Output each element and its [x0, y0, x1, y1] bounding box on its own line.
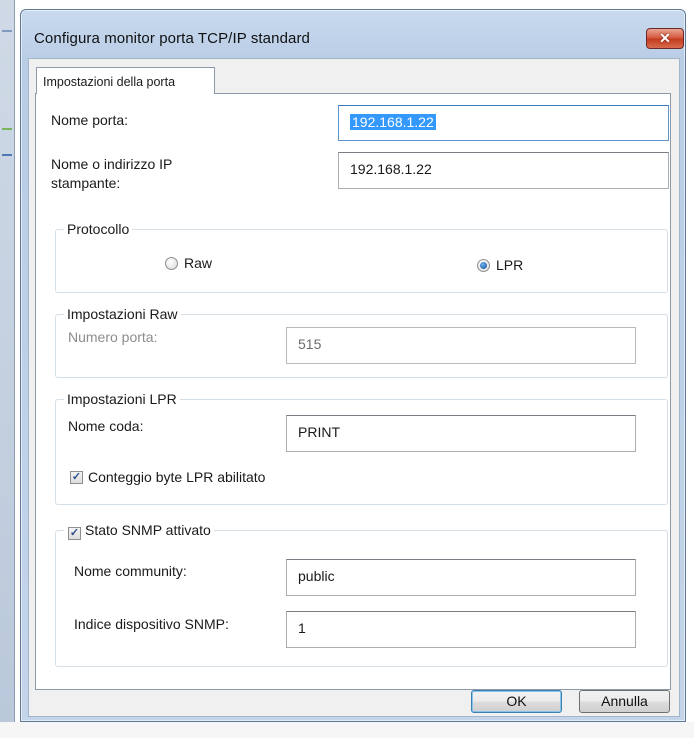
raw-radio-label[interactable]: Raw: [184, 254, 212, 272]
lpr-radio-label[interactable]: LPR: [496, 256, 523, 274]
raw-settings-legend: Impostazioni Raw: [64, 305, 181, 323]
queue-name-value: PRINT: [298, 424, 340, 440]
lpr-settings-group: Impostazioni LPR Nome coda: PRINT ✓ Cont…: [55, 390, 668, 505]
queue-name-input[interactable]: PRINT: [286, 415, 636, 452]
close-button[interactable]: ✕: [646, 28, 684, 49]
printer-ip-input[interactable]: 192.168.1.22: [338, 152, 669, 189]
printer-ip-value: 192.168.1.22: [350, 161, 432, 177]
background-window-detail: [2, 30, 12, 32]
snmp-community-input[interactable]: public: [286, 559, 636, 596]
port-number-input: 515: [286, 327, 636, 364]
background-desktop-strip: [0, 722, 694, 738]
snmp-device-index-label: Indice dispositivo SNMP:: [74, 616, 229, 632]
snmp-device-index-value: 1: [298, 620, 306, 636]
snmp-enabled-label[interactable]: Stato SNMP attivato: [85, 522, 211, 538]
background-window-edge: [0, 0, 15, 738]
lpr-settings-legend: Impostazioni LPR: [64, 390, 180, 408]
checkmark-icon: ✓: [71, 471, 82, 483]
protocol-legend: Protocollo: [64, 220, 133, 238]
background-window-detail: [2, 128, 12, 130]
dialog-title: Configura monitor porta TCP/IP standard: [34, 30, 310, 47]
raw-radio[interactable]: [165, 257, 178, 270]
queue-name-label: Nome coda:: [68, 418, 144, 434]
checkmark-icon: ✓: [69, 527, 80, 539]
background-window-detail: [2, 154, 12, 156]
port-number-label: Numero porta:: [68, 329, 158, 345]
tab-port-settings[interactable]: Impostazioni della porta: [36, 67, 215, 94]
lpr-byte-count-label[interactable]: Conteggio byte LPR abilitato: [88, 468, 265, 486]
ok-button[interactable]: OK: [471, 690, 562, 713]
snmp-enabled-checkbox[interactable]: ✓: [68, 527, 81, 540]
raw-settings-group: Impostazioni Raw Numero porta: 515: [55, 305, 668, 378]
snmp-community-label: Nome community:: [74, 563, 187, 579]
protocol-group: Protocollo Raw LPR: [55, 220, 668, 293]
snmp-community-value: public: [298, 568, 335, 584]
printer-ip-label-line2: stampante:: [51, 175, 121, 191]
cancel-button[interactable]: Annulla: [579, 690, 670, 713]
snmp-legend: ✓ Stato SNMP attivato: [64, 521, 214, 540]
snmp-device-index-input[interactable]: 1: [286, 611, 636, 648]
snmp-group: ✓ Stato SNMP attivato Nome community: pu…: [55, 521, 668, 667]
port-settings-panel: Nome porta: 192.168.1.22 Nome o indirizz…: [35, 93, 671, 690]
port-name-value: 192.168.1.22: [350, 114, 436, 130]
lpr-byte-count-checkbox[interactable]: ✓: [70, 471, 83, 484]
dialog-client-area: Impostazioni della porta Nome porta: 192…: [28, 58, 680, 717]
port-name-input[interactable]: 192.168.1.22: [338, 105, 669, 141]
close-icon: ✕: [659, 30, 671, 46]
printer-ip-label-line1: Nome o indirizzo IP: [51, 156, 173, 172]
port-number-value: 515: [298, 336, 322, 352]
port-name-label: Nome porta:: [51, 112, 129, 128]
lpr-radio[interactable]: [477, 259, 490, 272]
tcpip-port-monitor-dialog: Configura monitor porta TCP/IP standard …: [20, 9, 686, 722]
